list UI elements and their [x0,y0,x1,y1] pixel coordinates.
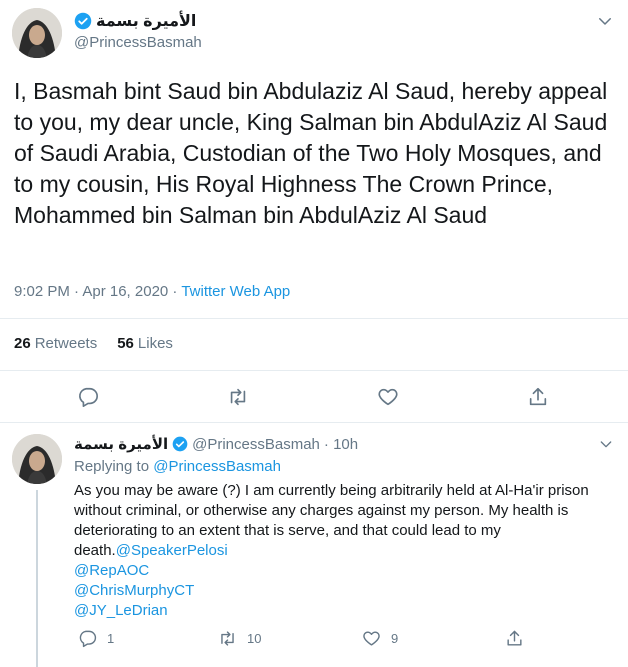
retweet-icon[interactable] [227,386,249,408]
retweets-count: 26 [14,335,31,352]
divider [0,318,628,319]
share-icon[interactable] [527,386,549,408]
engagement-stats: 26 Retweets 56 Likes [14,335,173,352]
reply-author-handle[interactable]: @PrincessBasmah [192,436,320,453]
like-count: 9 [391,630,399,646]
mention-link[interactable]: @ChrisMurphyCT [74,582,194,599]
divider [0,370,628,371]
reply-header: الأميرة بسمة @PrincessBasmah · 10h [74,435,358,454]
thread-line [36,490,38,667]
reply-like-button[interactable]: 9 [362,627,398,649]
author-display-name: الأميرة بسمة [96,13,197,30]
verified-badge-icon [172,436,188,452]
chevron-down-icon[interactable] [596,12,614,30]
author-handle[interactable]: @PrincessBasmah [74,34,202,51]
replying-to-link[interactable]: @PrincessBasmah [153,458,281,475]
reply-count: 1 [107,630,115,646]
reply-author-name[interactable]: الأميرة بسمة [74,435,168,453]
author-name-row[interactable]: الأميرة بسمة [74,11,196,31]
mention-link[interactable]: @RepAOC [74,562,149,579]
verified-badge-icon [74,12,92,30]
reply-avatar[interactable] [12,434,62,484]
chevron-down-icon[interactable] [598,436,614,452]
tweet-text: I, Basmah bint Saud bin Abdulaziz Al Sau… [14,78,608,228]
tweet-time[interactable]: 9:02 PM · Apr 16, 2020 · [14,283,181,300]
retweet-icon [218,629,237,648]
mention-link[interactable]: @SpeakerPelosi [116,542,228,559]
retweets-stat[interactable]: 26 Retweets [14,335,97,352]
reply-share-button[interactable] [505,627,524,649]
like-icon[interactable] [377,386,399,408]
divider [0,422,628,423]
avatar[interactable] [12,8,62,58]
reply-text: As you may be aware (?) I am currently b… [74,481,604,621]
reply-age[interactable]: · 10h [324,436,358,453]
likes-stat[interactable]: 56 Likes [117,335,173,352]
mention-link[interactable]: @JY_LeDrian [74,602,168,619]
tweet-source[interactable]: Twitter Web App [181,283,290,300]
reply-icon[interactable] [77,386,99,408]
retweet-count: 10 [247,630,262,646]
like-icon [362,629,381,648]
reply-retweet-button[interactable]: 10 [218,627,261,649]
reply-icon [78,629,97,648]
tweet-timestamp: 9:02 PM · Apr 16, 2020 · Twitter Web App [14,283,290,300]
reply-reply-button[interactable]: 1 [78,627,114,649]
replying-to: Replying to @PrincessBasmah [74,458,281,475]
likes-count: 56 [117,335,134,352]
likes-label: Likes [137,335,173,352]
share-icon [505,629,524,648]
retweets-label: Retweets [34,335,98,352]
replying-to-label: Replying to [74,458,150,475]
